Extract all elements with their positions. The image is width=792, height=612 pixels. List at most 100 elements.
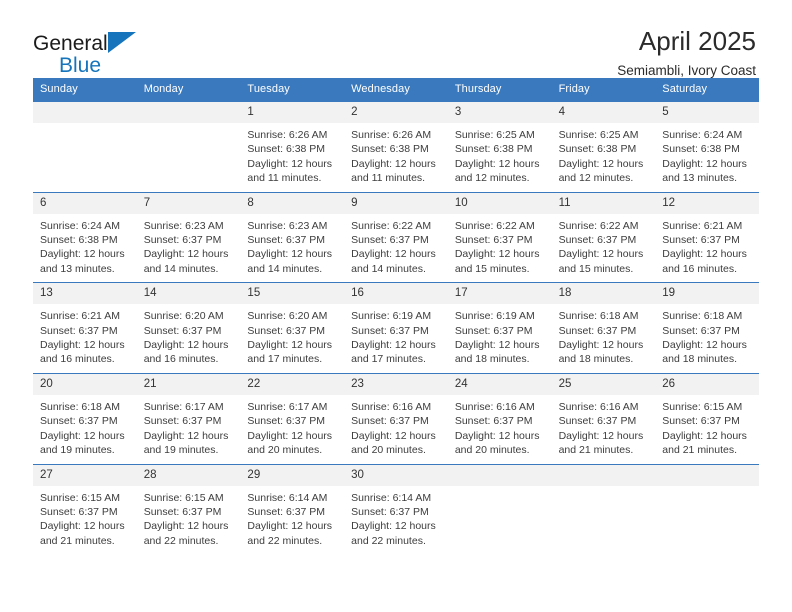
day-number[interactable]: 23	[344, 374, 448, 395]
day-number[interactable]: 20	[33, 374, 137, 395]
day-cell[interactable]: Sunrise: 6:16 AM Sunset: 6:37 PM Dayligh…	[552, 395, 656, 464]
day-number[interactable]	[655, 465, 759, 486]
sunrise-text: Sunrise: 6:20 AM	[247, 310, 328, 323]
day-cell[interactable]: Sunrise: 6:26 AM Sunset: 6:38 PM Dayligh…	[344, 123, 448, 192]
day-number[interactable]: 1	[240, 102, 344, 123]
daylight-text-line1: Daylight: 12 hours	[247, 339, 333, 352]
day-number[interactable]: 30	[344, 465, 448, 486]
day-number[interactable]: 6	[33, 193, 137, 214]
day-cell[interactable]: Sunrise: 6:25 AM Sunset: 6:38 PM Dayligh…	[448, 123, 552, 192]
day-cell[interactable]: Sunrise: 6:14 AM Sunset: 6:37 PM Dayligh…	[344, 486, 448, 555]
daylight-text-line1: Daylight: 12 hours	[351, 248, 436, 261]
sunrise-text: Sunrise: 6:22 AM	[454, 219, 535, 232]
day-cell[interactable]: Sunrise: 6:26 AM Sunset: 6:38 PM Dayligh…	[240, 123, 344, 192]
day-cell[interactable]	[33, 123, 137, 192]
day-number[interactable]: 19	[655, 283, 759, 304]
weekday-sunday: Sunday	[40, 83, 78, 95]
day-cell[interactable]: Sunrise: 6:25 AM Sunset: 6:38 PM Dayligh…	[552, 123, 656, 192]
daylight-text-line1: Daylight: 12 hours	[247, 248, 333, 261]
day-number[interactable]	[137, 102, 241, 123]
day-cell[interactable]	[137, 123, 241, 192]
day-number[interactable]: 2	[344, 102, 448, 123]
day-number[interactable]: 27	[33, 465, 137, 486]
day-number[interactable]: 9	[344, 193, 448, 214]
day-cell[interactable]: Sunrise: 6:21 AM Sunset: 6:37 PM Dayligh…	[33, 304, 137, 373]
sunrise-text: Sunrise: 6:18 AM	[40, 400, 120, 413]
day-cell[interactable]: Sunrise: 6:18 AM Sunset: 6:37 PM Dayligh…	[33, 395, 137, 464]
day-cell[interactable]: Sunrise: 6:22 AM Sunset: 6:37 PM Dayligh…	[344, 214, 448, 283]
day-cell[interactable]	[448, 486, 552, 555]
day-cell[interactable]: Sunrise: 6:14 AM Sunset: 6:37 PM Dayligh…	[240, 486, 344, 555]
day-number[interactable]: 18	[552, 283, 656, 304]
day-number[interactable]: 8	[240, 193, 344, 214]
weekday-thursday: Thursday	[454, 83, 502, 95]
daylight-text-line2: and 18 minutes.	[558, 353, 634, 366]
daylight-text-line1: Daylight: 12 hours	[40, 520, 125, 533]
day-cell[interactable]: Sunrise: 6:20 AM Sunset: 6:37 PM Dayligh…	[137, 304, 241, 373]
day-cell[interactable]: Sunrise: 6:24 AM Sunset: 6:38 PM Dayligh…	[33, 214, 137, 283]
sunset-text: Sunset: 6:37 PM	[351, 234, 429, 247]
day-cell[interactable]	[552, 486, 656, 555]
day-cell[interactable]: Sunrise: 6:18 AM Sunset: 6:37 PM Dayligh…	[552, 304, 656, 373]
day-number[interactable]: 26	[655, 374, 759, 395]
day-number[interactable]: 5	[655, 102, 759, 123]
day-number[interactable]: 4	[552, 102, 656, 123]
day-number[interactable]	[552, 465, 656, 486]
day-cell[interactable]: Sunrise: 6:19 AM Sunset: 6:37 PM Dayligh…	[448, 304, 552, 373]
daylight-text-line1: Daylight: 12 hours	[247, 157, 333, 170]
day-cell[interactable]: Sunrise: 6:23 AM Sunset: 6:37 PM Dayligh…	[240, 214, 344, 283]
sunrise-text: Sunrise: 6:17 AM	[247, 400, 328, 413]
week-daynumber-band: 27 28 29 30	[33, 464, 759, 486]
day-cell[interactable]: Sunrise: 6:16 AM Sunset: 6:37 PM Dayligh…	[448, 395, 552, 464]
week-detail-row: Sunrise: 6:24 AM Sunset: 6:38 PM Dayligh…	[33, 213, 759, 283]
day-number[interactable]: 25	[552, 374, 656, 395]
day-cell[interactable]: Sunrise: 6:22 AM Sunset: 6:37 PM Dayligh…	[448, 214, 552, 283]
day-number[interactable]: 13	[33, 283, 137, 304]
day-cell[interactable]: Sunrise: 6:15 AM Sunset: 6:37 PM Dayligh…	[33, 486, 137, 555]
day-number[interactable]: 12	[655, 193, 759, 214]
day-number[interactable]: 10	[448, 193, 552, 214]
day-cell[interactable]: Sunrise: 6:17 AM Sunset: 6:37 PM Dayligh…	[240, 395, 344, 464]
day-cell[interactable]: Sunrise: 6:20 AM Sunset: 6:37 PM Dayligh…	[240, 304, 344, 373]
day-number[interactable]: 29	[240, 465, 344, 486]
generalblue-logo[interactable]: General Blue	[33, 26, 136, 76]
daylight-text-line2: and 20 minutes.	[351, 444, 426, 457]
day-number[interactable]: 3	[448, 102, 552, 123]
day-cell[interactable]: Sunrise: 6:19 AM Sunset: 6:37 PM Dayligh…	[344, 304, 448, 373]
daylight-text-line1: Daylight: 12 hours	[143, 339, 229, 352]
week-daynumber-band: 13 14 15 16 17 18 19	[33, 283, 759, 305]
sunset-text: Sunset: 6:37 PM	[40, 505, 118, 518]
day-number[interactable]: 7	[137, 193, 241, 214]
day-number[interactable]	[448, 465, 552, 486]
day-cell[interactable]: Sunrise: 6:21 AM Sunset: 6:37 PM Dayligh…	[655, 214, 759, 283]
day-cell[interactable]: Sunrise: 6:22 AM Sunset: 6:37 PM Dayligh…	[552, 214, 656, 283]
day-number[interactable]: 15	[240, 283, 344, 304]
day-cell[interactable]: Sunrise: 6:24 AM Sunset: 6:38 PM Dayligh…	[655, 123, 759, 192]
day-cell[interactable]: Sunrise: 6:23 AM Sunset: 6:37 PM Dayligh…	[137, 214, 241, 283]
calendar-grid: Sunday Monday Tuesday Wednesday Thursday…	[33, 78, 759, 555]
day-cell[interactable]: Sunrise: 6:16 AM Sunset: 6:37 PM Dayligh…	[344, 395, 448, 464]
day-number[interactable]	[33, 102, 137, 123]
day-cell[interactable]	[655, 486, 759, 555]
day-number[interactable]: 17	[448, 283, 552, 304]
day-number[interactable]: 11	[552, 193, 656, 214]
day-number[interactable]: 14	[137, 283, 241, 304]
sunset-text: Sunset: 6:37 PM	[247, 324, 326, 337]
day-number[interactable]: 24	[448, 374, 552, 395]
day-number[interactable]: 22	[240, 374, 344, 395]
sunset-text: Sunset: 6:37 PM	[351, 415, 429, 428]
weekday-header-row: Sunday Monday Tuesday Wednesday Thursday…	[33, 78, 759, 102]
day-cell[interactable]: Sunrise: 6:15 AM Sunset: 6:37 PM Dayligh…	[655, 395, 759, 464]
day-number[interactable]: 28	[137, 465, 241, 486]
sunset-text: Sunset: 6:38 PM	[247, 143, 326, 156]
day-number[interactable]: 21	[137, 374, 241, 395]
daylight-text-line2: and 18 minutes.	[454, 353, 530, 366]
day-cell[interactable]: Sunrise: 6:18 AM Sunset: 6:37 PM Dayligh…	[655, 304, 759, 373]
day-number[interactable]: 16	[344, 283, 448, 304]
daylight-text-line2: and 11 minutes.	[247, 172, 322, 185]
sunset-text: Sunset: 6:37 PM	[662, 415, 740, 428]
sunset-text: Sunset: 6:37 PM	[662, 234, 740, 247]
day-cell[interactable]: Sunrise: 6:17 AM Sunset: 6:37 PM Dayligh…	[137, 395, 241, 464]
day-cell[interactable]: Sunrise: 6:15 AM Sunset: 6:37 PM Dayligh…	[137, 486, 241, 555]
daylight-text-line1: Daylight: 12 hours	[558, 157, 644, 170]
